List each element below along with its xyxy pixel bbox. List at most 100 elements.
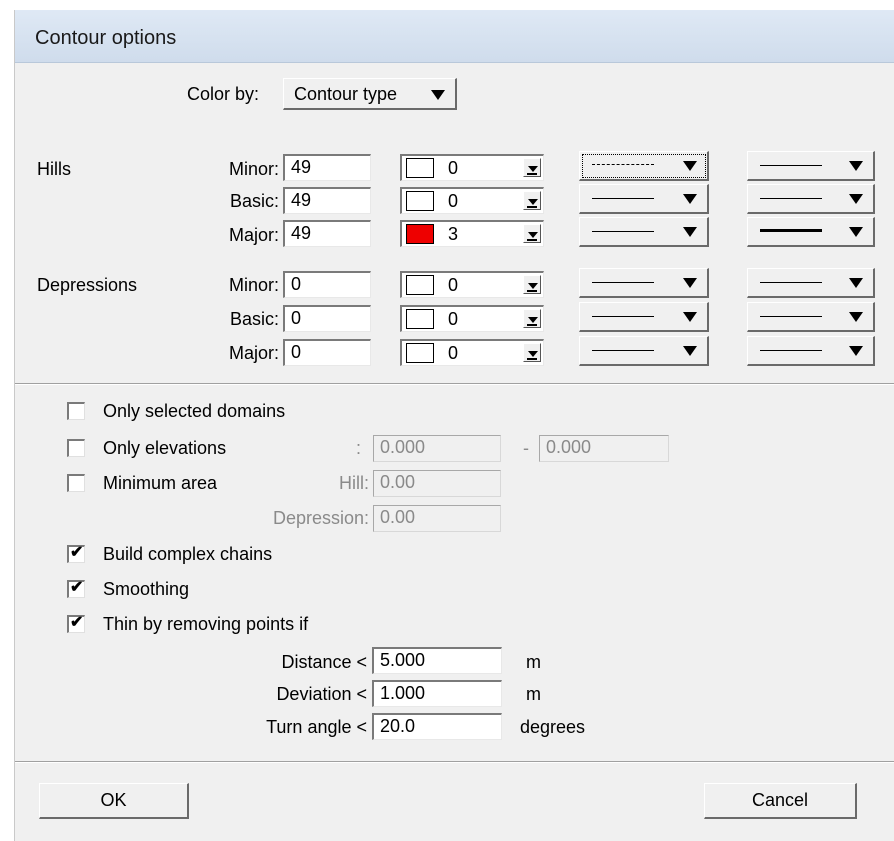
color-index: 3: [448, 224, 459, 244]
depressions-major-color-combo[interactable]: 0: [400, 339, 544, 366]
color-index: 0: [448, 158, 459, 178]
combo-arrow-icon[interactable]: [523, 191, 541, 210]
hills-major-label: Major:: [228, 225, 279, 245]
contour-options-dialog: Contour options Color by: Contour type H…: [14, 10, 894, 841]
hills-major-line-style[interactable]: [579, 217, 709, 247]
title-bar: Contour options: [15, 10, 894, 63]
minimum-area-checkbox[interactable]: [67, 474, 85, 492]
hills-label: Hills: [37, 159, 71, 179]
thick-line-icon: [760, 229, 822, 232]
solid-line-icon: [592, 198, 654, 199]
chevron-down-icon: [683, 346, 697, 356]
elevation-to-input[interactable]: 0.000: [539, 435, 669, 462]
hill-area-input[interactable]: 0.00: [373, 470, 501, 497]
thin-checkbox[interactable]: ✔: [67, 614, 85, 633]
hills-minor-line-width[interactable]: [747, 151, 875, 181]
combo-arrow-icon[interactable]: [523, 275, 541, 294]
combo-arrow-icon[interactable]: [523, 343, 541, 362]
color-by-dropdown[interactable]: Contour type: [283, 78, 457, 110]
chevron-down-icon: [683, 227, 697, 237]
turn-angle-input[interactable]: 20.0: [372, 713, 502, 740]
separator: [15, 383, 894, 385]
depressions-minor-color-combo[interactable]: 0: [400, 271, 544, 298]
solid-line-icon: [592, 231, 654, 232]
deviation-input[interactable]: 1.000: [372, 680, 502, 707]
only-elevations-checkbox[interactable]: [67, 439, 85, 457]
combo-arrow-icon[interactable]: [523, 158, 541, 177]
chevron-down-icon: [431, 90, 445, 100]
chevron-down-icon: [849, 194, 863, 204]
hills-minor-input[interactable]: 49: [283, 154, 371, 181]
chevron-down-icon: [683, 194, 697, 204]
only-elevations-colon: :: [356, 438, 362, 458]
chevron-down-icon: [849, 227, 863, 237]
color-index: 0: [448, 343, 459, 363]
hills-basic-label: Basic:: [229, 191, 279, 211]
elevation-from-input[interactable]: 0.000: [373, 435, 501, 462]
hills-basic-line-width[interactable]: [747, 184, 875, 214]
solid-line-icon: [592, 282, 654, 283]
distance-unit: m: [526, 652, 541, 672]
depressions-basic-color-combo[interactable]: 0: [400, 305, 544, 332]
color-index: 0: [448, 309, 459, 329]
hills-minor-line-style[interactable]: [579, 151, 709, 181]
depressions-basic-line-style[interactable]: [579, 302, 709, 332]
solid-line-icon: [592, 316, 654, 317]
smoothing-checkbox[interactable]: ✔: [67, 579, 85, 598]
depression-area-input[interactable]: 0.00: [373, 505, 501, 532]
depressions-minor-input[interactable]: 0: [283, 271, 371, 298]
hills-major-line-width[interactable]: [747, 217, 875, 247]
thin-label[interactable]: Thin by removing points if: [103, 613, 308, 635]
separator: [15, 761, 894, 763]
color-swatch: [406, 158, 434, 178]
depressions-major-line-style[interactable]: [579, 336, 709, 366]
depressions-major-line-width[interactable]: [747, 336, 875, 366]
only-selected-domains-checkbox[interactable]: [67, 402, 85, 420]
hills-basic-color-combo[interactable]: 0: [400, 187, 544, 214]
color-swatch: [406, 275, 434, 295]
hills-basic-line-style[interactable]: [579, 184, 709, 214]
checkmark-icon: ✔: [70, 579, 84, 596]
color-swatch-red: [406, 224, 434, 244]
deviation-unit: m: [526, 684, 541, 704]
depressions-major-input[interactable]: 0: [283, 339, 371, 366]
thin-line-icon: [760, 165, 822, 166]
depressions-major-label: Major:: [228, 343, 279, 363]
turn-angle-label: Turn angle <: [266, 717, 367, 737]
hills-basic-input[interactable]: 49: [283, 187, 371, 214]
hills-minor-color-combo[interactable]: 0: [400, 154, 544, 181]
minimum-area-label[interactable]: Minimum area: [103, 472, 217, 494]
dashed-line-icon: [592, 164, 654, 165]
thin-line-icon: [760, 350, 822, 351]
combo-arrow-icon[interactable]: [523, 224, 541, 243]
color-index: 0: [448, 191, 459, 211]
hills-major-color-combo[interactable]: 3: [400, 220, 544, 247]
color-swatch: [406, 343, 434, 363]
thin-line-icon: [760, 198, 822, 199]
color-swatch: [406, 309, 434, 329]
build-complex-chains-checkbox[interactable]: ✔: [67, 544, 85, 563]
depressions-basic-line-width[interactable]: [747, 302, 875, 332]
cancel-button[interactable]: Cancel: [704, 783, 857, 819]
distance-input[interactable]: 5.000: [372, 647, 502, 674]
hills-major-input[interactable]: 49: [283, 220, 371, 247]
only-selected-domains-label[interactable]: Only selected domains: [103, 400, 285, 422]
ok-button[interactable]: OK: [39, 783, 189, 819]
only-elevations-label[interactable]: Only elevations: [103, 437, 226, 459]
depressions-basic-input[interactable]: 0: [283, 305, 371, 332]
build-complex-chains-label[interactable]: Build complex chains: [103, 543, 272, 565]
chevron-down-icon: [849, 346, 863, 356]
thin-line-icon: [760, 316, 822, 317]
color-index: 0: [448, 275, 459, 295]
chevron-down-icon: [683, 278, 697, 288]
deviation-label: Deviation <: [276, 684, 367, 704]
color-by-label: Color by:: [187, 84, 260, 104]
smoothing-label[interactable]: Smoothing: [103, 578, 189, 600]
depressions-minor-line-style[interactable]: [579, 268, 709, 298]
depressions-minor-line-width[interactable]: [747, 268, 875, 298]
solid-line-icon: [592, 350, 654, 351]
hill-area-label: Hill:: [339, 473, 369, 493]
checkmark-icon: ✔: [70, 544, 84, 561]
depressions-label: Depressions: [37, 275, 138, 295]
combo-arrow-icon[interactable]: [523, 309, 541, 328]
